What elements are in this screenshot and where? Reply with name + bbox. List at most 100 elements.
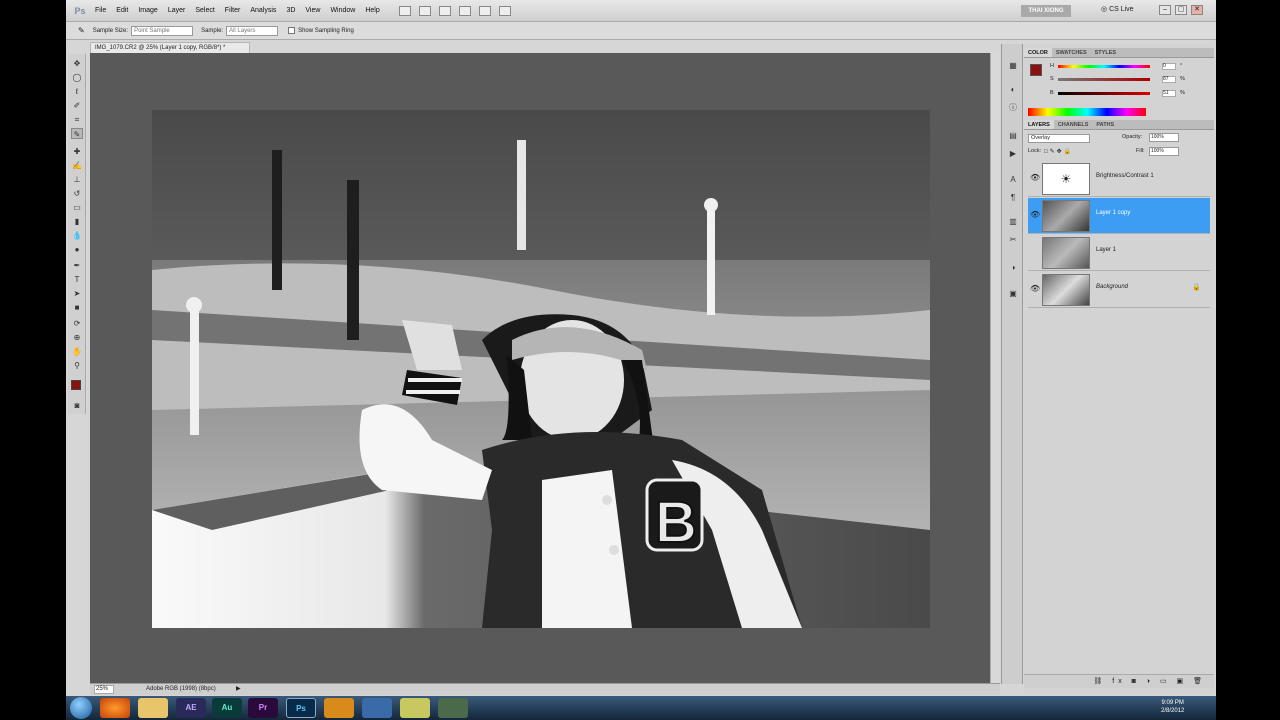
- brushes-icon[interactable]: ▥: [1007, 216, 1019, 227]
- histogram-icon[interactable]: ▦: [1007, 60, 1019, 71]
- firefox-icon[interactable]: [100, 698, 130, 718]
- tab-paths[interactable]: PATHS: [1092, 120, 1118, 129]
- workspace-badge[interactable]: THAI XIONG: [1021, 5, 1071, 17]
- arrange-documents-icon[interactable]: [478, 5, 491, 16]
- brightness-slider[interactable]: B 51 %: [1050, 90, 1190, 97]
- saturation-bar[interactable]: [1058, 78, 1150, 81]
- brightness-bar[interactable]: [1058, 92, 1150, 95]
- layer-row-layer1-copy[interactable]: 👁 Layer 1 copy: [1028, 198, 1210, 234]
- foreground-color-chip[interactable]: [1030, 64, 1042, 76]
- menu-layer[interactable]: Layer: [163, 7, 191, 14]
- path-select-icon[interactable]: ➤: [71, 288, 83, 299]
- audition-icon[interactable]: Au: [212, 698, 242, 718]
- layer-row-background[interactable]: 👁 Background 🔒: [1028, 272, 1210, 308]
- 3d-orbit-icon[interactable]: ⊕: [71, 332, 83, 343]
- navigator-icon[interactable]: ◐: [1007, 84, 1019, 95]
- menu-window[interactable]: Window: [325, 7, 360, 14]
- healing-brush-icon[interactable]: ✚: [71, 146, 83, 157]
- menu-image[interactable]: Image: [133, 7, 162, 14]
- eyedropper-tool-icon[interactable]: ✎: [71, 128, 83, 139]
- eye-icon[interactable]: 👁: [1030, 173, 1040, 183]
- zoom-tool-icon[interactable]: ⚲: [71, 360, 83, 371]
- explorer-icon[interactable]: [138, 698, 168, 718]
- app-icon[interactable]: [438, 698, 468, 718]
- info-icon[interactable]: ⓘ: [1007, 102, 1019, 113]
- sampling-ring-checkbox[interactable]: [288, 27, 296, 34]
- character-icon[interactable]: A: [1007, 174, 1019, 185]
- layer-row-brightness-contrast[interactable]: 👁 ☀ Brightness/Contrast 1: [1028, 161, 1210, 197]
- start-button[interactable]: [70, 697, 92, 719]
- document-photo[interactable]: B: [152, 110, 930, 628]
- lasso-tool-icon[interactable]: ℓ: [71, 86, 83, 97]
- photoshop-taskbar-icon[interactable]: Ps: [286, 698, 316, 718]
- brush-tool-icon[interactable]: ✍: [71, 160, 83, 171]
- canvas-area[interactable]: B: [90, 53, 1000, 683]
- actions-icon[interactable]: ▶: [1007, 148, 1019, 159]
- saturation-value[interactable]: 87: [1162, 76, 1176, 83]
- foreground-color-swatch[interactable]: [71, 380, 81, 390]
- screen-mode-icon[interactable]: [438, 5, 451, 16]
- menu-edit[interactable]: Edit: [111, 7, 133, 14]
- menu-filter[interactable]: Filter: [220, 7, 246, 14]
- eye-icon[interactable]: 👁: [1030, 284, 1040, 294]
- eye-off-icon[interactable]: [1030, 247, 1040, 257]
- menu-view[interactable]: View: [300, 7, 325, 14]
- media-player-icon[interactable]: [324, 698, 354, 718]
- saturation-slider[interactable]: S 87 %: [1050, 76, 1190, 83]
- menu-file[interactable]: File: [90, 7, 111, 14]
- document-tab[interactable]: IMG_1079.CR2 @ 25% (Layer 1 copy, RGB/8*…: [90, 42, 250, 53]
- hue-value[interactable]: 0: [1162, 63, 1176, 70]
- color-ramp[interactable]: [1028, 108, 1146, 116]
- gradient-tool-icon[interactable]: ▮: [71, 216, 83, 227]
- clone-source-icon[interactable]: ✂: [1007, 234, 1019, 245]
- fill-field[interactable]: 100%: [1149, 147, 1179, 156]
- menu-help[interactable]: Help: [360, 7, 384, 14]
- clone-stamp-icon[interactable]: ⊥: [71, 174, 83, 185]
- blur-tool-icon[interactable]: 💧: [71, 230, 83, 241]
- move-tool-icon[interactable]: ✥: [71, 58, 83, 69]
- system-clock[interactable]: 9:09 PM 2/8/2012: [1161, 699, 1184, 715]
- lock-icons[interactable]: □✎✥🔒: [1044, 148, 1073, 155]
- history-brush-icon[interactable]: ↺: [71, 188, 83, 199]
- sample-size-select[interactable]: Point Sample: [131, 25, 194, 36]
- sticky-notes-icon[interactable]: [400, 698, 430, 718]
- marquee-tool-icon[interactable]: ◯: [71, 72, 83, 83]
- tab-color[interactable]: COLOR: [1024, 48, 1052, 57]
- status-arrow-icon[interactable]: ▶: [236, 684, 241, 695]
- cs-live-button[interactable]: ◎ CS Live: [1101, 5, 1134, 13]
- opacity-field[interactable]: 100%: [1149, 133, 1179, 142]
- eyedropper-tool-icon[interactable]: ✎: [78, 26, 85, 35]
- dodge-tool-icon[interactable]: ●: [71, 244, 83, 255]
- hue-slider[interactable]: H 0 °: [1050, 63, 1190, 70]
- quick-select-tool-icon[interactable]: ✐: [71, 100, 83, 111]
- history-icon[interactable]: ▤: [1007, 130, 1019, 141]
- layers-panel-footer[interactable]: ⛓ fx ◙ ◑ ▭ ▣ 🗑: [1024, 674, 1214, 688]
- crop-tool-icon[interactable]: ⌗: [71, 114, 83, 125]
- zoom-level-icon[interactable]: [458, 5, 471, 16]
- shape-tool-icon[interactable]: ■: [71, 302, 83, 313]
- eye-icon[interactable]: 👁: [1030, 210, 1040, 220]
- tab-layers[interactable]: LAYERS: [1024, 120, 1054, 129]
- pen-tool-icon[interactable]: ✒: [71, 260, 83, 271]
- sample-select[interactable]: All Layers: [226, 25, 279, 36]
- quick-mask-icon[interactable]: ◙: [71, 400, 83, 411]
- vertical-scrollbar[interactable]: [990, 53, 1000, 683]
- tab-styles[interactable]: STYLES: [1091, 48, 1120, 57]
- screen-mode-menu-icon[interactable]: [498, 5, 511, 16]
- tab-swatches[interactable]: SWATCHES: [1052, 48, 1091, 57]
- itunes-icon[interactable]: [362, 698, 392, 718]
- type-tool-icon[interactable]: T: [71, 274, 83, 285]
- menu-select[interactable]: Select: [190, 7, 219, 14]
- menu-analysis[interactable]: Analysis: [245, 7, 281, 14]
- blend-mode-select[interactable]: Overlay: [1028, 134, 1090, 143]
- hue-bar[interactable]: [1058, 65, 1150, 68]
- bridge-icon[interactable]: [398, 5, 411, 16]
- masks-icon[interactable]: ▣: [1007, 288, 1019, 299]
- layer-row-layer1[interactable]: Layer 1: [1028, 235, 1210, 271]
- adjustments-icon[interactable]: ◑: [1007, 262, 1019, 273]
- brightness-value[interactable]: 51: [1162, 90, 1176, 97]
- after-effects-icon[interactable]: AE: [176, 698, 206, 718]
- eraser-tool-icon[interactable]: ▭: [71, 202, 83, 213]
- minibridge-icon[interactable]: [418, 5, 431, 16]
- paragraph-icon[interactable]: ¶: [1007, 192, 1019, 203]
